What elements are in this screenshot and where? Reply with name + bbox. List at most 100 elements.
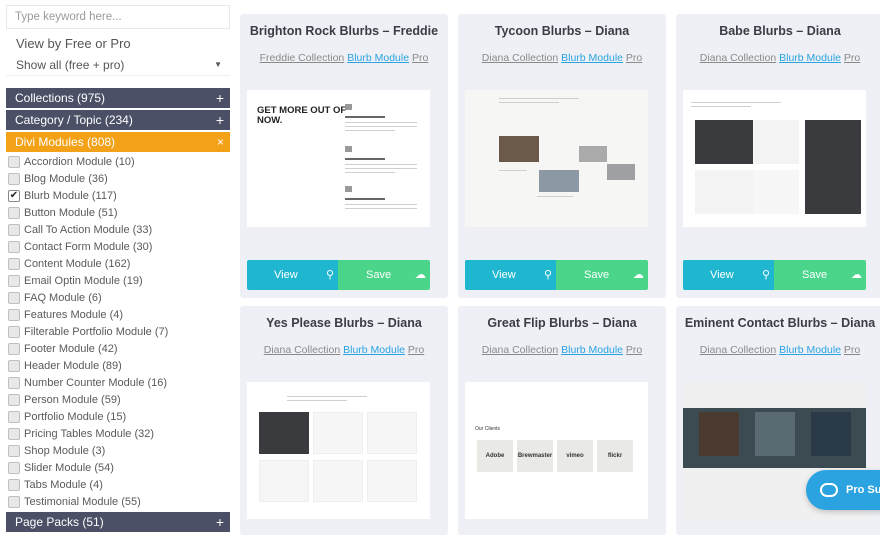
preview-dark-tile — [695, 120, 753, 164]
card-title[interactable]: Yes Please Blurbs – Diana — [240, 316, 448, 330]
module-link[interactable]: Blurb Module — [779, 344, 841, 356]
save-button[interactable]: Save ☁ — [556, 260, 648, 290]
checkbox[interactable] — [8, 308, 20, 321]
layout-card: Great Flip Blurbs – Diana Diana Collecti… — [458, 306, 666, 535]
checkbox[interactable] — [8, 206, 20, 219]
module-filter-item[interactable]: Pricing Tables Module (32) — [8, 425, 154, 442]
checkbox-checked[interactable]: ✔ — [8, 189, 20, 202]
pro-badge[interactable]: Pro — [844, 344, 860, 356]
collection-link[interactable]: Diana Collection — [264, 344, 340, 356]
keyword-search-input[interactable] — [7, 6, 229, 28]
module-filter-label: Accordion Module (10) — [24, 155, 135, 168]
checkbox[interactable] — [8, 342, 20, 355]
module-filter-item[interactable]: Call To Action Module (33) — [8, 221, 152, 238]
module-filter-item[interactable]: Number Counter Module (16) — [8, 374, 167, 391]
module-filter-item[interactable]: Button Module (51) — [8, 204, 118, 221]
save-button[interactable]: Save ☁ — [774, 260, 866, 290]
module-filter-item[interactable]: Email Optin Module (19) — [8, 272, 143, 289]
preview-line — [345, 122, 417, 123]
checkbox[interactable] — [8, 240, 20, 253]
module-filter-item[interactable]: Tabs Module (4) — [8, 476, 103, 493]
checkbox[interactable] — [8, 257, 20, 270]
card-title[interactable]: Great Flip Blurbs – Diana — [458, 316, 666, 330]
checkbox[interactable] — [8, 393, 20, 406]
checkbox[interactable] — [8, 172, 20, 185]
module-filter-item[interactable]: FAQ Module (6) — [8, 289, 102, 306]
save-button[interactable]: Save ☁ — [338, 260, 430, 290]
module-link[interactable]: Blurb Module — [779, 52, 841, 64]
layout-preview-image[interactable]: Our Clients Adobe Brewmaster vimeo flick… — [465, 382, 648, 519]
checkbox[interactable] — [8, 461, 20, 474]
module-filter-item[interactable]: Portfolio Module (15) — [8, 408, 126, 425]
checkbox[interactable] — [8, 359, 20, 372]
preview-photo — [607, 164, 635, 180]
layout-preview-image[interactable] — [465, 90, 648, 227]
checkbox[interactable] — [8, 427, 20, 440]
pro-badge[interactable]: Pro — [626, 344, 642, 356]
pro-badge[interactable]: Pro — [844, 52, 860, 64]
checkbox[interactable] — [8, 495, 20, 508]
checkbox[interactable] — [8, 155, 20, 168]
module-filter-item[interactable]: Footer Module (42) — [8, 340, 118, 357]
preview-heading: Our Clients — [475, 426, 501, 432]
view-button[interactable]: View ⚲ — [683, 260, 774, 290]
checkbox[interactable] — [8, 478, 20, 491]
preview-headline: GET MORE OUT OF NOW. — [257, 105, 347, 126]
module-filter-item[interactable]: Testimonial Module (55) — [8, 493, 141, 510]
layout-preview-image[interactable] — [683, 90, 866, 227]
checkbox[interactable] — [8, 223, 20, 236]
checkbox[interactable] — [8, 274, 20, 287]
module-filter-item[interactable]: Person Module (59) — [8, 391, 121, 408]
view-button[interactable]: View ⚲ — [465, 260, 556, 290]
module-filter-item[interactable]: Contact Form Module (30) — [8, 238, 152, 255]
keyword-search-box[interactable] — [6, 5, 230, 29]
module-link[interactable]: Blurb Module — [343, 344, 405, 356]
layout-preview-image[interactable] — [247, 382, 430, 519]
module-link[interactable]: Blurb Module — [561, 52, 623, 64]
module-filter-item[interactable]: Features Module (4) — [8, 306, 123, 323]
view-button[interactable]: View ⚲ — [247, 260, 338, 290]
pro-badge[interactable]: Pro — [626, 52, 642, 64]
module-link[interactable]: Blurb Module — [347, 52, 409, 64]
module-filter-item[interactable]: Slider Module (54) — [8, 459, 114, 476]
support-chat-button[interactable]: Pro Su — [806, 470, 880, 510]
preview-tile — [695, 170, 753, 214]
checkbox[interactable] — [8, 291, 20, 304]
free-pro-select[interactable]: Show all (free + pro) ▼ — [6, 54, 230, 76]
card-title[interactable]: Brighton Rock Blurbs – Freddie — [240, 24, 448, 38]
card-title[interactable]: Babe Blurbs – Diana — [676, 24, 880, 38]
module-filter-item[interactable]: Accordion Module (10) — [8, 153, 135, 170]
collection-link[interactable]: Diana Collection — [700, 52, 776, 64]
section-divi-modules[interactable]: Divi Modules (808) × — [6, 132, 230, 152]
card-title[interactable]: Eminent Contact Blurbs – Diana — [676, 316, 880, 330]
layout-preview-image[interactable]: GET MORE OUT OF NOW. — [247, 90, 430, 227]
section-page-packs[interactable]: Page Packs (51) + — [6, 512, 230, 532]
module-filter-item[interactable]: Blog Module (36) — [8, 170, 108, 187]
collection-link[interactable]: Diana Collection — [700, 344, 776, 356]
preview-line — [287, 396, 367, 397]
checkbox[interactable] — [8, 444, 20, 457]
search-icon: ⚲ — [761, 269, 770, 281]
checkbox[interactable] — [8, 376, 20, 389]
section-collections[interactable]: Collections (975) + — [6, 88, 230, 108]
module-filter-item[interactable]: ✔ Blurb Module (117) — [8, 187, 117, 204]
collection-link[interactable]: Diana Collection — [482, 52, 558, 64]
module-filter-item[interactable]: Filterable Portfolio Module (7) — [8, 323, 168, 340]
module-filter-item[interactable]: Content Module (162) — [8, 255, 130, 272]
pro-badge[interactable]: Pro — [412, 52, 428, 64]
checkbox[interactable] — [8, 325, 20, 338]
preview-dark-tile — [259, 412, 309, 454]
module-filter-label: FAQ Module (6) — [24, 291, 102, 304]
section-category-topic[interactable]: Category / Topic (234) + — [6, 110, 230, 130]
collapse-close-icon: × — [216, 135, 224, 149]
module-filter-item[interactable]: Shop Module (3) — [8, 442, 105, 459]
module-link[interactable]: Blurb Module — [561, 344, 623, 356]
module-filter-item[interactable]: Header Module (89) — [8, 357, 122, 374]
collection-link[interactable]: Freddie Collection — [260, 52, 345, 64]
checkbox[interactable] — [8, 410, 20, 423]
collection-link[interactable]: Diana Collection — [482, 344, 558, 356]
card-title[interactable]: Tycoon Blurbs – Diana — [458, 24, 666, 38]
preview-photo — [755, 412, 795, 456]
pro-badge[interactable]: Pro — [408, 344, 424, 356]
client-logo: Brewmaster — [517, 440, 553, 472]
